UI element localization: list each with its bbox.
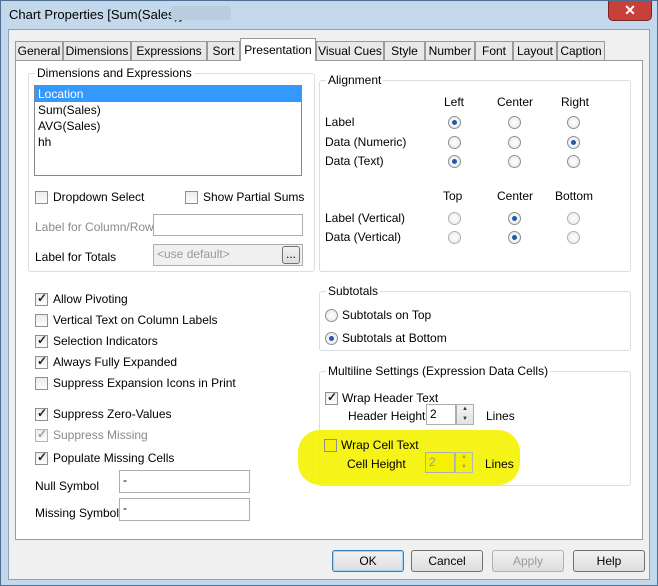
show-partial-sums-label: Show Partial Sums xyxy=(203,190,305,204)
cancel-button[interactable]: Cancel xyxy=(411,550,483,572)
alignment-group-label: Alignment xyxy=(326,73,384,87)
close-button[interactable]: ✕ xyxy=(608,1,652,21)
label-vertical-top-radio[interactable] xyxy=(448,212,461,225)
help-button[interactable]: Help xyxy=(573,550,645,572)
show-partial-sums-checkbox[interactable] xyxy=(185,191,198,204)
align-col-center: Center xyxy=(497,95,534,109)
tab-sort[interactable]: Sort xyxy=(207,41,240,61)
suppress-zero-values-checkbox[interactable] xyxy=(35,406,48,421)
tab-dimensions[interactable]: Dimensions xyxy=(63,41,131,61)
populate-missing-cells-checkbox[interactable] xyxy=(35,450,48,465)
list-item[interactable]: Location xyxy=(35,86,301,102)
list-item[interactable]: Sum(Sales) xyxy=(35,102,301,118)
label-for-totals-label: Label for Totals xyxy=(35,250,117,264)
null-symbol-input[interactable]: - xyxy=(119,470,250,493)
dimensions-listbox[interactable]: Location Sum(Sales) AVG(Sales) hh xyxy=(34,85,302,176)
tab-caption[interactable]: Caption xyxy=(557,41,605,61)
label-right-radio[interactable] xyxy=(567,116,580,129)
vertical-text-label: Vertical Text on Column Labels xyxy=(53,313,218,327)
header-height-label: Header Height xyxy=(348,409,426,423)
align-row-label-vertical: Label (Vertical) xyxy=(325,211,406,225)
data-vertical-top-radio[interactable] xyxy=(448,231,461,244)
label-for-column-row-input[interactable] xyxy=(153,214,303,236)
align-col-top: Top xyxy=(443,189,463,203)
dialog-client: General Dimensions Expressions Sort Pres… xyxy=(8,29,650,580)
selection-indicators-checkbox[interactable] xyxy=(35,333,48,348)
text-center-radio[interactable] xyxy=(508,155,521,168)
label-left-radio[interactable] xyxy=(448,116,461,129)
label-for-column-row-label: Label for Column/Row xyxy=(35,220,154,234)
up-arrow-icon: ▲ xyxy=(462,406,468,412)
title-ghost xyxy=(171,6,231,20)
down-arrow-icon: ▼ xyxy=(462,415,468,422)
totals-browse-button[interactable]: ... xyxy=(282,246,300,264)
header-height-input[interactable]: 2 xyxy=(426,404,456,425)
dialog-window: Chart Properties [Sum(Sales)] ✕ General … xyxy=(0,0,658,586)
dropdown-select-label: Dropdown Select xyxy=(53,190,145,204)
numeric-right-radio[interactable] xyxy=(567,136,580,149)
missing-symbol-input[interactable]: - xyxy=(119,498,250,521)
multiline-group-label: Multiline Settings (Expression Data Cell… xyxy=(326,364,551,378)
allow-pivoting-checkbox[interactable] xyxy=(35,291,48,306)
tab-font[interactable]: Font xyxy=(475,41,513,61)
suppress-expansion-icons-checkbox[interactable] xyxy=(35,377,48,390)
allow-pivoting-label: Allow Pivoting xyxy=(53,292,128,306)
text-left-radio[interactable] xyxy=(448,155,461,168)
tab-expressions[interactable]: Expressions xyxy=(131,41,207,61)
always-fully-expanded-label: Always Fully Expanded xyxy=(53,355,178,369)
dropdown-select-checkbox[interactable] xyxy=(35,191,48,204)
subtotals-at-bottom-label: Subtotals at Bottom xyxy=(342,331,447,345)
subtotals-on-top-label: Subtotals on Top xyxy=(342,308,432,322)
wrap-header-text-checkbox[interactable] xyxy=(325,390,338,405)
align-row-numeric: Data (Numeric) xyxy=(325,135,407,149)
tab-number[interactable]: Number xyxy=(425,41,475,61)
title-bar[interactable]: Chart Properties [Sum(Sales)] ✕ xyxy=(1,1,657,29)
suppress-missing-checkbox[interactable] xyxy=(35,427,48,442)
text-right-radio[interactable] xyxy=(567,155,580,168)
tab-layout[interactable]: Layout xyxy=(513,41,557,61)
suppress-expansion-icons-label: Suppress Expansion Icons in Print xyxy=(53,376,236,390)
window-title: Chart Properties [Sum(Sales)] xyxy=(9,7,183,22)
subtotals-group-label: Subtotals xyxy=(326,284,381,298)
subtotals-on-top-radio[interactable] xyxy=(325,309,338,322)
header-lines-label: Lines xyxy=(486,409,515,423)
tab-style[interactable]: Style xyxy=(384,41,425,61)
subtotals-at-bottom-radio[interactable] xyxy=(325,332,338,345)
wrap-header-text-label: Wrap Header Text xyxy=(342,391,439,405)
selection-indicators-label: Selection Indicators xyxy=(53,334,158,348)
dimensions-group-label: Dimensions and Expressions xyxy=(35,66,194,80)
label-for-totals-input[interactable]: <use default> xyxy=(153,244,303,266)
suppress-missing-label: Suppress Missing xyxy=(53,428,148,442)
ok-button[interactable]: OK xyxy=(332,550,404,572)
suppress-zero-values-label: Suppress Zero-Values xyxy=(53,407,172,421)
always-fully-expanded-checkbox[interactable] xyxy=(35,354,48,369)
apply-button[interactable]: Apply xyxy=(492,550,564,572)
label-vertical-bottom-radio[interactable] xyxy=(567,212,580,225)
numeric-center-radio[interactable] xyxy=(508,136,521,149)
tab-presentation[interactable]: Presentation xyxy=(240,38,316,61)
data-vertical-bottom-radio[interactable] xyxy=(567,231,580,244)
align-row-label: Label xyxy=(325,115,355,129)
label-vertical-center-radio[interactable] xyxy=(508,212,521,225)
align-col-left: Left xyxy=(444,95,465,109)
header-height-stepper[interactable]: ▲ ▼ xyxy=(456,404,474,425)
close-icon: ✕ xyxy=(624,2,636,18)
list-item[interactable]: AVG(Sales) xyxy=(35,118,301,134)
highlight-mark xyxy=(298,430,520,485)
vertical-text-checkbox[interactable] xyxy=(35,314,48,327)
align-col-bottom: Bottom xyxy=(555,189,594,203)
numeric-left-radio[interactable] xyxy=(448,136,461,149)
align-col-vcenter: Center xyxy=(497,189,534,203)
data-vertical-center-radio[interactable] xyxy=(508,231,521,244)
missing-symbol-label: Missing Symbol xyxy=(35,506,120,520)
list-item[interactable]: hh xyxy=(35,134,301,150)
align-col-right: Right xyxy=(561,95,590,109)
null-symbol-label: Null Symbol xyxy=(35,479,100,493)
populate-missing-cells-label: Populate Missing Cells xyxy=(53,451,175,465)
align-row-text: Data (Text) xyxy=(325,154,384,168)
align-row-data-vertical: Data (Vertical) xyxy=(325,230,402,244)
tab-visual-cues[interactable]: Visual Cues xyxy=(316,41,384,61)
label-center-radio[interactable] xyxy=(508,116,521,129)
tab-general[interactable]: General xyxy=(15,41,63,61)
